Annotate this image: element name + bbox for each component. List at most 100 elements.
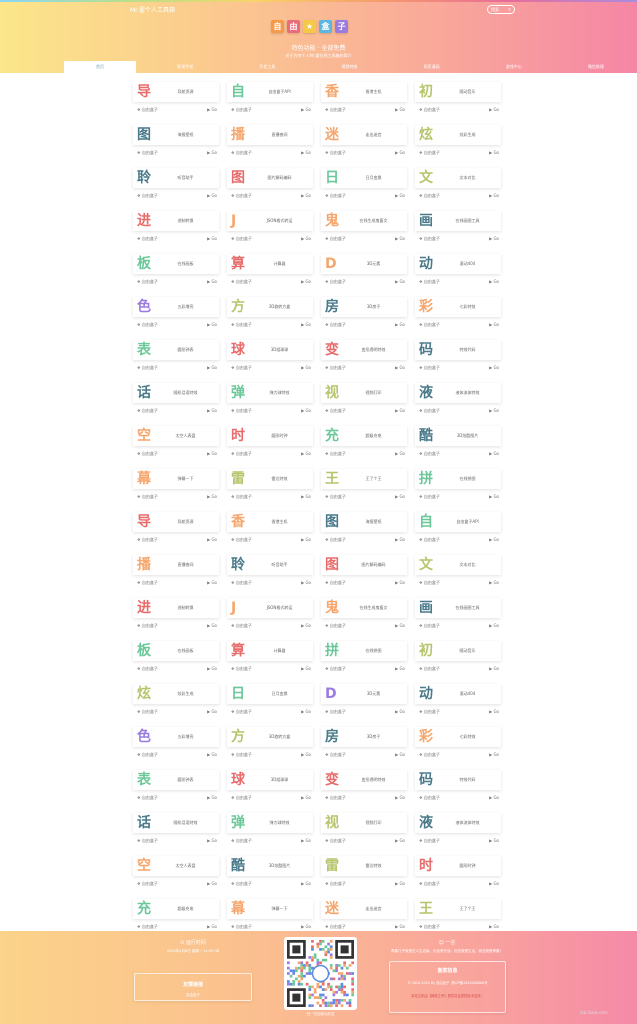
go-link[interactable]: ▶ Go [395, 838, 405, 843]
tool-card[interactable]: 空 太空人表盘 ❖ 自由盒子 ▶ Go [133, 426, 219, 462]
go-link[interactable]: ▶ Go [395, 408, 405, 413]
tool-tile[interactable]: 码 特效代码 [415, 340, 501, 360]
go-link[interactable]: ▶ Go [489, 537, 499, 542]
tool-tile[interactable]: 方 3D旋转方盒 [227, 297, 313, 317]
go-link[interactable]: ▶ Go [489, 279, 499, 284]
go-link[interactable]: ▶ Go [489, 408, 499, 413]
nav-item[interactable]: 影视传说 [144, 61, 226, 73]
nav-item-home[interactable]: 首页 [64, 61, 136, 73]
tool-tile[interactable]: 炫 炫彩生成 [133, 684, 219, 704]
tool-card[interactable]: 弹 弹力球特效 ❖ 自由盒子 ▶ Go [227, 383, 313, 419]
tool-card[interactable]: 充 超级充电 ❖ 自由盒子 ▶ Go [133, 899, 219, 935]
tool-tile[interactable]: 雷 雷达特效 [321, 856, 407, 876]
tool-tile[interactable]: 液 液体流体特效 [415, 383, 501, 403]
tool-tile[interactable]: 色 五彩增亮 [133, 297, 219, 317]
tool-tile[interactable]: 拼 在线拼图 [321, 641, 407, 661]
tool-tile[interactable]: 图 图片解码编码 [321, 555, 407, 575]
tool-card[interactable]: 进 进制转换 ❖ 自由盒子 ▶ Go [133, 598, 219, 634]
friend-link[interactable]: 自由盒子 [135, 993, 251, 998]
tool-card[interactable]: 迷 走出迷宫 ❖ 自由盒子 ▶ Go [321, 899, 407, 935]
go-link[interactable]: ▶ Go [301, 623, 311, 628]
go-link[interactable]: ▶ Go [489, 494, 499, 499]
tool-tile[interactable]: 表 圆形钟表 [133, 770, 219, 790]
tool-tile[interactable]: 迷 走出迷宫 [321, 899, 407, 919]
tool-tile[interactable]: 时 圆形时钟 [227, 426, 313, 446]
tool-tile[interactable]: D 3D元素 [321, 684, 407, 704]
tool-tile[interactable]: 图 海报壁纸 [321, 512, 407, 532]
tool-card[interactable]: 雷 雷达特效 ❖ 自由盒子 ▶ Go [321, 856, 407, 892]
go-link[interactable]: ▶ Go [207, 279, 217, 284]
tool-card[interactable]: D 3D元素 ❖ 自由盒子 ▶ Go [321, 684, 407, 720]
tool-tile[interactable]: D 3D元素 [321, 254, 407, 274]
tool-tile[interactable]: 雷 雷达特效 [227, 469, 313, 489]
tool-tile[interactable]: 变 变形透明特效 [321, 770, 407, 790]
go-link[interactable]: ▶ Go [301, 451, 311, 456]
go-link[interactable]: ▶ Go [207, 924, 217, 929]
go-link[interactable]: ▶ Go [207, 322, 217, 327]
tool-tile[interactable]: 自 自由盒子API [227, 82, 313, 102]
tool-card[interactable]: 鬼 在线生成鬼畜文 ❖ 自由盒子 ▶ Go [321, 211, 407, 247]
go-link[interactable]: ▶ Go [301, 365, 311, 370]
go-link[interactable]: ▶ Go [489, 322, 499, 327]
go-link[interactable]: ▶ Go [301, 709, 311, 714]
tool-tile[interactable]: 液 液体流体特效 [415, 813, 501, 833]
tool-tile[interactable]: 动 滚动404 [415, 254, 501, 274]
go-link[interactable]: ▶ Go [301, 107, 311, 112]
tool-tile[interactable]: 彩 七彩特效 [415, 727, 501, 747]
tool-card[interactable]: 弹 弹力球特效 ❖ 自由盒子 ▶ Go [227, 813, 313, 849]
tool-card[interactable]: 充 超级充电 ❖ 自由盒子 ▶ Go [321, 426, 407, 462]
tool-card[interactable]: 房 3D房子 ❖ 自由盒子 ▶ Go [321, 297, 407, 333]
tool-tile[interactable]: 导 导航资源 [133, 82, 219, 102]
nav-item[interactable]: 视频特效 [308, 61, 390, 73]
go-link[interactable]: ▶ Go [301, 494, 311, 499]
go-link[interactable]: ▶ Go [301, 408, 311, 413]
tool-tile[interactable]: 表 圆形钟表 [133, 340, 219, 360]
go-link[interactable]: ▶ Go [301, 322, 311, 327]
tool-card[interactable]: 播 直播夜间 ❖ 自由盒子 ▶ Go [227, 125, 313, 161]
go-link[interactable]: ▶ Go [395, 752, 405, 757]
go-link[interactable]: ▶ Go [395, 279, 405, 284]
go-link[interactable]: ▶ Go [489, 924, 499, 929]
tool-tile[interactable]: 幕 弹幕一下 [227, 899, 313, 919]
tool-card[interactable]: 时 圆形时钟 ❖ 自由盒子 ▶ Go [227, 426, 313, 462]
tool-card[interactable]: 算 计算器 ❖ 自由盒子 ▶ Go [227, 641, 313, 677]
tool-tile[interactable]: 弹 弹力球特效 [227, 813, 313, 833]
go-link[interactable]: ▶ Go [301, 752, 311, 757]
tool-tile[interactable]: 日 日月变换 [227, 684, 313, 704]
tool-card[interactable]: J JSON格式转运 ❖ 自由盒子 ▶ Go [227, 598, 313, 634]
go-link[interactable]: ▶ Go [207, 408, 217, 413]
tool-tile[interactable]: 时 圆形时钟 [415, 856, 501, 876]
go-link[interactable]: ▶ Go [489, 752, 499, 757]
tool-card[interactable]: 迷 走出迷宫 ❖ 自由盒子 ▶ Go [321, 125, 407, 161]
tool-card[interactable]: 动 滚动404 ❖ 自由盒子 ▶ Go [415, 254, 501, 290]
go-link[interactable]: ▶ Go [301, 279, 311, 284]
nav-item[interactable]: 开发工具 [226, 61, 308, 73]
tool-card[interactable]: 王 王了个王 ❖ 自由盒子 ▶ Go [321, 469, 407, 505]
tool-tile[interactable]: 球 3D组球球 [227, 770, 313, 790]
tool-card[interactable]: 图 海报壁纸 ❖ 自由盒子 ▶ Go [133, 125, 219, 161]
tool-card[interactable]: 自 自由盒子API ❖ 自由盒子 ▶ Go [415, 512, 501, 548]
tool-tile[interactable]: 王 王了个王 [321, 469, 407, 489]
go-link[interactable]: ▶ Go [489, 193, 499, 198]
go-link[interactable]: ▶ Go [301, 838, 311, 843]
go-link[interactable]: ▶ Go [207, 236, 217, 241]
tool-tile[interactable]: 视 视频打印 [321, 813, 407, 833]
tool-tile[interactable]: 空 太空人表盘 [133, 426, 219, 446]
tool-card[interactable]: 导 导航资源 ❖ 自由盒子 ▶ Go [133, 82, 219, 118]
tool-tile[interactable]: 图 海报壁纸 [133, 125, 219, 145]
go-link[interactable]: ▶ Go [489, 623, 499, 628]
tool-tile[interactable]: 王 王了个王 [415, 899, 501, 919]
tool-card[interactable]: 香 香港主机 ❖ 自由盒子 ▶ Go [321, 82, 407, 118]
tool-tile[interactable]: 变 变形透明特效 [321, 340, 407, 360]
go-link[interactable]: ▶ Go [489, 580, 499, 585]
go-link[interactable]: ▶ Go [395, 623, 405, 628]
tool-tile[interactable]: 弹 弹力球特效 [227, 383, 313, 403]
tool-card[interactable]: 房 3D房子 ❖ 自由盒子 ▶ Go [321, 727, 407, 763]
tool-card[interactable]: 变 变形透明特效 ❖ 自由盒子 ▶ Go [321, 770, 407, 806]
tool-card[interactable]: 播 直播夜间 ❖ 自由盒子 ▶ Go [133, 555, 219, 591]
tool-card[interactable]: 液 液体流体特效 ❖ 自由盒子 ▶ Go [415, 383, 501, 419]
tool-card[interactable]: 酷 3D炫酷图片 ❖ 自由盒子 ▶ Go [227, 856, 313, 892]
icp-line[interactable]: © 2020-2024 By 自由盒子. 冀ICP备2024000000号 [390, 980, 505, 985]
tool-card[interactable]: 板 在线画板 ❖ 自由盒子 ▶ Go [133, 641, 219, 677]
go-link[interactable]: ▶ Go [489, 107, 499, 112]
